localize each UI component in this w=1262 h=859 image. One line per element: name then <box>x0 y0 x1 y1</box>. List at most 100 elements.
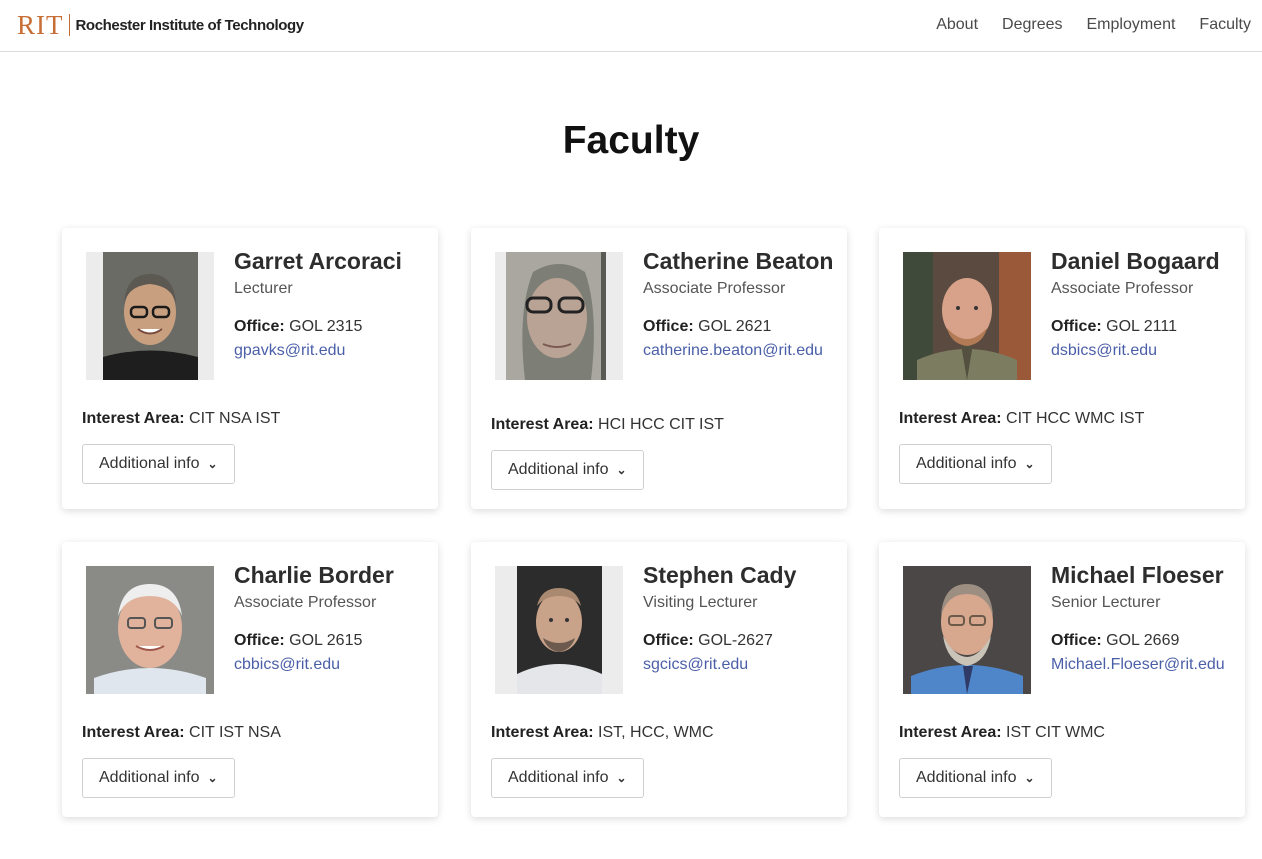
faculty-card: Garret Arcoraci Lecturer Office: GOL 231… <box>62 228 438 509</box>
chevron-down-icon: ⌄ <box>616 463 627 477</box>
faculty-interest: Interest Area: CIT NSA IST <box>82 410 280 428</box>
nav-about-link[interactable]: About <box>936 16 978 34</box>
logo-mark: RIT <box>17 10 64 40</box>
interest-label: Interest Area: <box>899 410 1002 427</box>
dropdown-label: Additional info <box>99 769 200 786</box>
interest-value: CIT NSA IST <box>189 410 281 427</box>
office-value: GOL 2315 <box>289 318 363 335</box>
interest-value: CIT HCC WMC IST <box>1006 410 1145 427</box>
faculty-email-link[interactable]: catherine.beaton@rit.edu <box>643 341 837 361</box>
nav-faculty-link[interactable]: Faculty <box>1199 16 1251 34</box>
main-nav: About Degrees Employment Faculty <box>936 16 1251 34</box>
additional-info-dropdown[interactable]: Additional info ⌄ <box>899 444 1052 484</box>
faculty-office: Office: GOL 2669 <box>1051 631 1235 651</box>
interest-value: IST, HCC, WMC <box>598 724 714 741</box>
additional-info-dropdown[interactable]: Additional info ⌄ <box>491 758 644 798</box>
faculty-card: Catherine Beaton Associate Professor Off… <box>471 228 847 509</box>
chevron-down-icon: ⌄ <box>1024 771 1035 785</box>
faculty-interest: Interest Area: HCI HCC CIT IST <box>491 416 724 434</box>
office-value: GOL 2669 <box>1106 632 1180 649</box>
faculty-email-link[interactable]: cbbics@rit.edu <box>234 655 428 675</box>
faculty-name: Charlie Border <box>234 562 394 588</box>
chevron-down-icon: ⌄ <box>207 771 218 785</box>
faculty-name: Catherine Beaton <box>643 248 834 274</box>
faculty-office: Office: GOL 2621 <box>643 317 837 337</box>
faculty-details: Garret Arcoraci Lecturer Office: GOL 231… <box>234 248 428 361</box>
office-value: GOL 2615 <box>289 632 363 649</box>
faculty-email-link[interactable]: Michael.Floeser@rit.edu <box>1051 655 1235 675</box>
office-label: Office: <box>234 632 285 649</box>
page-title: Faculty <box>562 119 700 162</box>
additional-info-dropdown[interactable]: Additional info ⌄ <box>82 758 235 798</box>
interest-label: Interest Area: <box>82 410 185 427</box>
interest-label: Interest Area: <box>82 724 185 741</box>
faculty-card: Michael Floeser Senior Lecturer Office: … <box>879 542 1245 817</box>
faculty-title: Associate Professor <box>643 280 786 297</box>
faculty-details: Daniel Bogaard Associate Professor Offic… <box>1051 248 1235 361</box>
faculty-office: Office: GOL-2627 <box>643 631 837 651</box>
faculty-photo <box>86 252 214 380</box>
faculty-interest: Interest Area: CIT IST NSA <box>82 724 281 742</box>
interest-value: IST CIT WMC <box>1006 724 1105 741</box>
faculty-title: Lecturer <box>234 280 293 297</box>
chevron-down-icon: ⌄ <box>1024 457 1035 471</box>
additional-info-dropdown[interactable]: Additional info ⌄ <box>82 444 235 484</box>
faculty-details: Stephen Cady Visiting Lecturer Office: G… <box>643 562 837 675</box>
faculty-name: Stephen Cady <box>643 562 797 588</box>
office-value: GOL 2621 <box>698 318 772 335</box>
interest-label: Interest Area: <box>899 724 1002 741</box>
faculty-name: Garret Arcoraci <box>234 248 402 274</box>
faculty-name: Daniel Bogaard <box>1051 248 1220 274</box>
office-label: Office: <box>234 318 285 335</box>
faculty-photo <box>903 252 1031 380</box>
dropdown-label: Additional info <box>916 769 1017 786</box>
faculty-card: Daniel Bogaard Associate Professor Offic… <box>879 228 1245 509</box>
nav-employment-link[interactable]: Employment <box>1087 16 1176 34</box>
office-value: GOL-2627 <box>698 632 773 649</box>
faculty-office: Office: GOL 2615 <box>234 631 428 651</box>
office-label: Office: <box>643 632 694 649</box>
faculty-email-link[interactable]: dsbics@rit.edu <box>1051 341 1235 361</box>
dropdown-label: Additional info <box>99 455 200 472</box>
dropdown-label: Additional info <box>916 455 1017 472</box>
faculty-photo <box>903 566 1031 694</box>
office-label: Office: <box>643 318 694 335</box>
faculty-card: Stephen Cady Visiting Lecturer Office: G… <box>471 542 847 817</box>
logo-wordmark: Rochester Institute of Technology <box>75 16 305 34</box>
interest-label: Interest Area: <box>491 416 594 433</box>
faculty-photo <box>86 566 214 694</box>
faculty-interest: Interest Area: IST CIT WMC <box>899 724 1105 742</box>
faculty-title: Associate Professor <box>1051 280 1194 297</box>
additional-info-dropdown[interactable]: Additional info ⌄ <box>899 758 1052 798</box>
rit-logo[interactable]: RIT Rochester Institute of Technology <box>17 10 304 40</box>
faculty-card: Charlie Border Associate Professor Offic… <box>62 542 438 817</box>
additional-info-dropdown[interactable]: Additional info ⌄ <box>491 450 644 490</box>
dropdown-label: Additional info <box>508 769 609 786</box>
chevron-down-icon: ⌄ <box>207 457 218 471</box>
top-navbar: RIT Rochester Institute of Technology Ab… <box>0 0 1262 52</box>
interest-value: HCI HCC CIT IST <box>598 416 724 433</box>
faculty-details: Catherine Beaton Associate Professor Off… <box>643 248 837 361</box>
faculty-email-link[interactable]: gpavks@rit.edu <box>234 341 428 361</box>
faculty-interest: Interest Area: CIT HCC WMC IST <box>899 410 1144 428</box>
faculty-details: Charlie Border Associate Professor Offic… <box>234 562 428 675</box>
faculty-photo <box>495 252 623 380</box>
office-label: Office: <box>1051 632 1102 649</box>
faculty-title: Senior Lecturer <box>1051 594 1161 611</box>
logo-divider <box>68 14 70 36</box>
dropdown-label: Additional info <box>508 461 609 478</box>
faculty-interest: Interest Area: IST, HCC, WMC <box>491 724 714 742</box>
faculty-office: Office: GOL 2111 <box>1051 317 1235 337</box>
office-label: Office: <box>1051 318 1102 335</box>
interest-value: CIT IST NSA <box>189 724 281 741</box>
office-value: GOL 2111 <box>1106 318 1177 335</box>
faculty-details: Michael Floeser Senior Lecturer Office: … <box>1051 562 1235 675</box>
chevron-down-icon: ⌄ <box>616 771 627 785</box>
nav-degrees-link[interactable]: Degrees <box>1002 16 1062 34</box>
faculty-title: Visiting Lecturer <box>643 594 758 611</box>
faculty-office: Office: GOL 2315 <box>234 317 428 337</box>
interest-label: Interest Area: <box>491 724 594 741</box>
faculty-photo <box>495 566 623 694</box>
faculty-email-link[interactable]: sgcics@rit.edu <box>643 655 837 675</box>
faculty-name: Michael Floeser <box>1051 562 1224 588</box>
